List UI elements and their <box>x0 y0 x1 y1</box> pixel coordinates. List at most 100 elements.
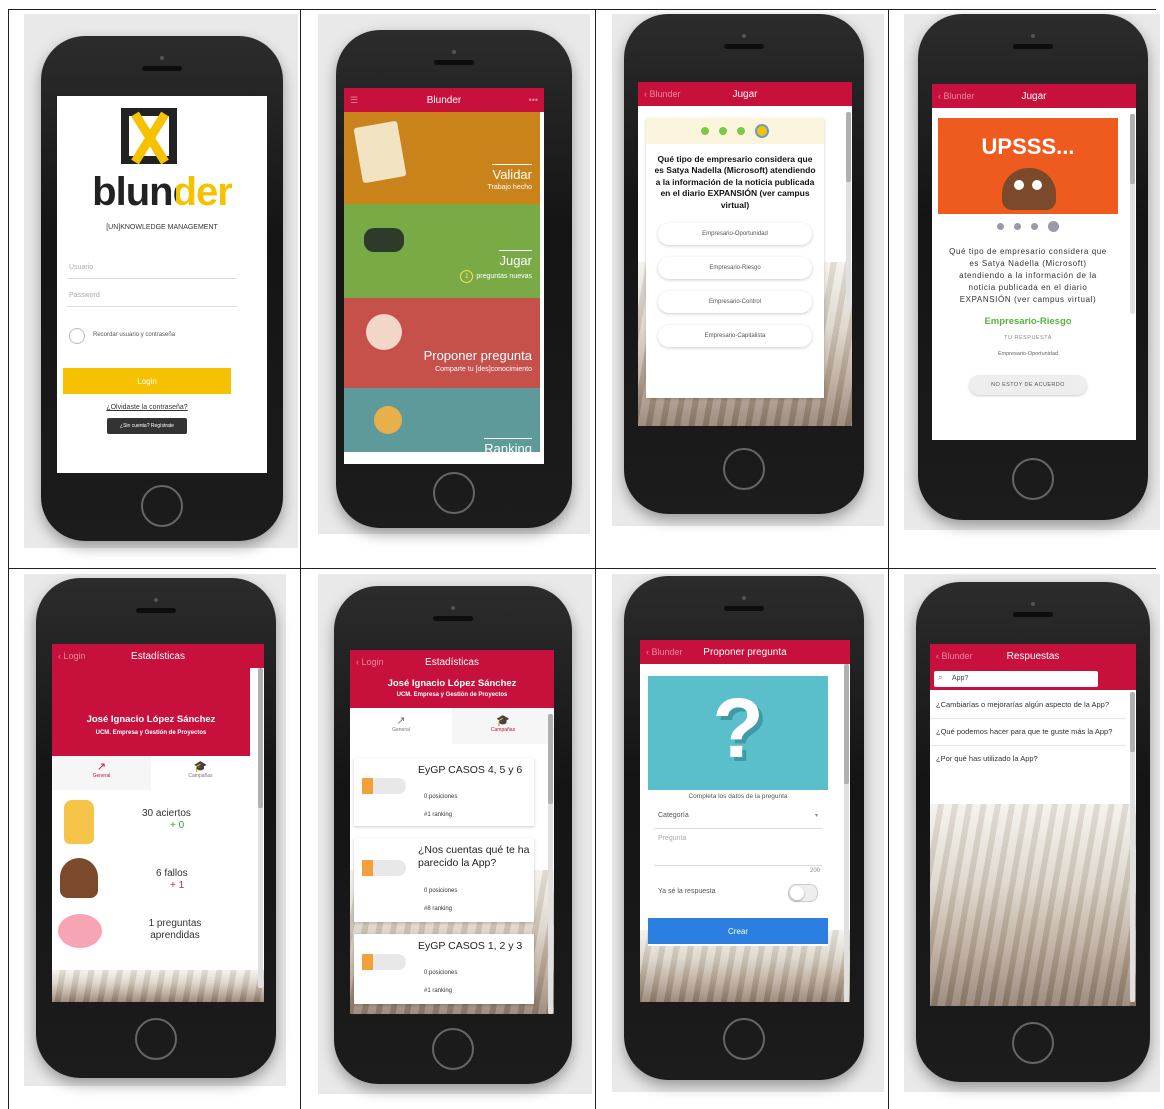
know-answer-toggle[interactable] <box>788 884 818 902</box>
grid-top-border <box>8 9 1156 10</box>
create-button[interactable]: Crear <box>648 918 828 944</box>
password-field[interactable]: Password <box>67 284 237 307</box>
chevron-down-icon: ▾ <box>814 813 818 819</box>
back-icon[interactable]: ‹ Login <box>58 651 86 661</box>
list-item[interactable]: ¿Qué podemos hacer para que te guste más… <box>930 719 1126 747</box>
answers-title: Respuestas <box>1006 650 1060 662</box>
blunder-logo <box>121 108 177 165</box>
stats-app-bar: ‹ Login Estadísticas <box>52 644 264 668</box>
user-name: José Ignacio López Sánchez <box>387 678 517 689</box>
progress-dot-current <box>755 124 769 138</box>
phone-answers: ‹ Blunder Respuestas ⌕ App? ¿Cambiarías … <box>916 582 1150 1082</box>
quiz-question: Qué tipo de empresario considera que es … <box>654 154 816 210</box>
poop-emoji-icon <box>1002 168 1056 210</box>
rocket-icon <box>362 778 406 794</box>
question-textarea[interactable]: Pregunta <box>654 829 822 866</box>
back-icon[interactable]: ‹ Blunder <box>644 89 681 99</box>
remember-checkbox[interactable] <box>69 328 85 344</box>
cell-menu: ☰ Blunder ••• Validar Trabajo hecho Juga… <box>318 14 590 534</box>
disagree-button[interactable]: NO ESTOY DE ACUERDO <box>969 375 1087 395</box>
result-screen: ‹ Blunder Jugar UPSSS... Qué tipo de emp… <box>932 84 1136 440</box>
stats-title: Estadísticas <box>131 650 185 662</box>
list-item[interactable]: ¿Por qué has utilizado la App? <box>930 746 1126 776</box>
menu-card-validar[interactable]: Validar Trabajo hecho <box>344 112 540 204</box>
tab-general[interactable]: ↗ General <box>350 708 452 744</box>
graduation-cap-icon: 🎓 <box>193 761 208 773</box>
scrollbar[interactable] <box>846 112 851 312</box>
hamburger-icon[interactable]: ☰ <box>350 95 358 106</box>
tab-campaigns[interactable]: 🎓 Campañas <box>151 756 250 790</box>
menu-card-ranking[interactable]: Ranking <box>344 388 540 456</box>
campaign-card[interactable]: ¿Nos cuentas qué te ha parecido la App? … <box>354 838 534 922</box>
cell-quiz: ‹ Blunder Jugar Qué tipo de empresario c… <box>612 14 884 526</box>
menu-card-proponer[interactable]: Proponer pregunta Comparte tu [des]conoc… <box>344 298 540 388</box>
banner-text: UPSSS... <box>981 134 1075 159</box>
propose-title: Proponer pregunta <box>703 646 787 658</box>
scrollbar[interactable] <box>548 714 553 1014</box>
card-title: Proponer pregunta <box>423 348 532 363</box>
campaign-card[interactable]: EyGP CASOS 1, 2 y 3 0 posiciones #1 rank… <box>354 934 534 1004</box>
menu-screen: ☰ Blunder ••• Validar Trabajo hecho Juga… <box>344 88 544 464</box>
cell-stats: ‹ Login Estadísticas José Ignacio López … <box>24 574 286 1086</box>
classroom-photo <box>930 804 1136 1006</box>
brain-icon <box>58 914 102 948</box>
scrollbar[interactable] <box>844 664 849 1002</box>
question-mark-banner: ? <box>648 676 828 790</box>
menu-card-jugar[interactable]: Jugar 1 preguntas nuevas <box>344 204 540 298</box>
home-button <box>723 448 765 490</box>
campaigns-tabs: ↗ General 🎓 Campañas <box>350 708 554 744</box>
back-icon[interactable]: ‹ Blunder <box>646 647 683 657</box>
card-title: Jugar <box>499 250 532 268</box>
search-input[interactable]: ⌕ App? <box>934 671 1098 687</box>
cell-result: ‹ Blunder Jugar UPSSS... Qué tipo de emp… <box>904 14 1160 530</box>
propose-form: ? Completa los datos de la pregunta Cate… <box>648 676 828 946</box>
phone-campaigns: ‹ Login Estadísticas José Ignacio López … <box>334 586 572 1084</box>
tab-campaigns[interactable]: 🎓 Campañas <box>452 708 554 744</box>
correct-answer: Empresario-Riesgo <box>984 316 1072 327</box>
quiz-screen: ‹ Blunder Jugar Qué tipo de empresario c… <box>638 82 852 426</box>
home-button <box>1012 1022 1054 1064</box>
cell-propose: ‹ Blunder Proponer pregunta ? Completa l… <box>612 574 884 1092</box>
question-mark-icon: ? <box>712 681 764 775</box>
grid-left-border <box>8 10 9 1109</box>
gamepad-icon <box>364 228 404 252</box>
login-screen: blunder [UN]KNOWLEDGE MANAGEMENT Usuario… <box>57 96 267 473</box>
rocket-icon <box>362 860 406 876</box>
back-icon[interactable]: ‹ Blunder <box>938 91 975 101</box>
menu-app-bar: ☰ Blunder ••• <box>344 88 544 112</box>
username-field[interactable]: Usuario <box>67 256 237 279</box>
home-button <box>135 1018 177 1060</box>
menu-title: Blunder <box>426 94 462 106</box>
menu-action-icon[interactable]: ••• <box>529 95 538 105</box>
phone-menu: ☰ Blunder ••• Validar Trabajo hecho Juga… <box>336 30 572 528</box>
know-answer-row: Ya sé la respuesta <box>654 880 822 908</box>
stat-row-correct: 30 aciertos + 0 <box>52 790 250 850</box>
progress-strip <box>938 214 1118 238</box>
option-2[interactable]: Empresario-Riesgo <box>658 257 812 279</box>
list-item[interactable]: ¿Cambiarías o mejorarías algún aspecto d… <box>930 692 1126 720</box>
home-button <box>723 1018 765 1060</box>
campaign-card[interactable]: EyGP CASOS 4, 5 y 6 0 posiciones #1 rank… <box>354 758 534 826</box>
stats-tabs: ↗ General 🎓 Campañas <box>52 756 250 790</box>
card-subtitle: Comparte tu [des]conocimiento <box>435 366 532 373</box>
remember-label: Recordar usuario y contraseña <box>93 332 176 338</box>
user-org: UCM. Empresa y Gestión de Proyectos <box>396 692 508 698</box>
option-1[interactable]: Empresario-Oportunidad <box>658 223 812 245</box>
rocket-icon <box>362 954 406 970</box>
scrollbar[interactable] <box>1130 114 1135 314</box>
option-4[interactable]: Empresario-Capitalista <box>658 325 812 347</box>
classroom-photo <box>52 970 264 1002</box>
category-select[interactable]: Categoría ▾ <box>654 806 822 829</box>
cell-campaigns: ‹ Login Estadísticas José Ignacio López … <box>318 574 592 1094</box>
back-icon[interactable]: ‹ Login <box>356 657 384 667</box>
forgot-password-link[interactable]: ¿Olvidaste la contraseña? <box>57 404 237 411</box>
scrollbar[interactable] <box>258 668 263 988</box>
tab-general[interactable]: ↗ General <box>52 756 151 790</box>
scrollbar[interactable] <box>1130 692 1135 1002</box>
quiz-title: Jugar <box>732 88 758 100</box>
back-icon[interactable]: ‹ Blunder <box>936 651 973 661</box>
upsss-banner: UPSSS... <box>938 118 1118 214</box>
register-button[interactable]: ¿Sin cuenta? Regístrate <box>107 418 187 434</box>
login-button[interactable]: Login <box>63 368 231 394</box>
option-3[interactable]: Empresario-Control <box>658 291 812 313</box>
